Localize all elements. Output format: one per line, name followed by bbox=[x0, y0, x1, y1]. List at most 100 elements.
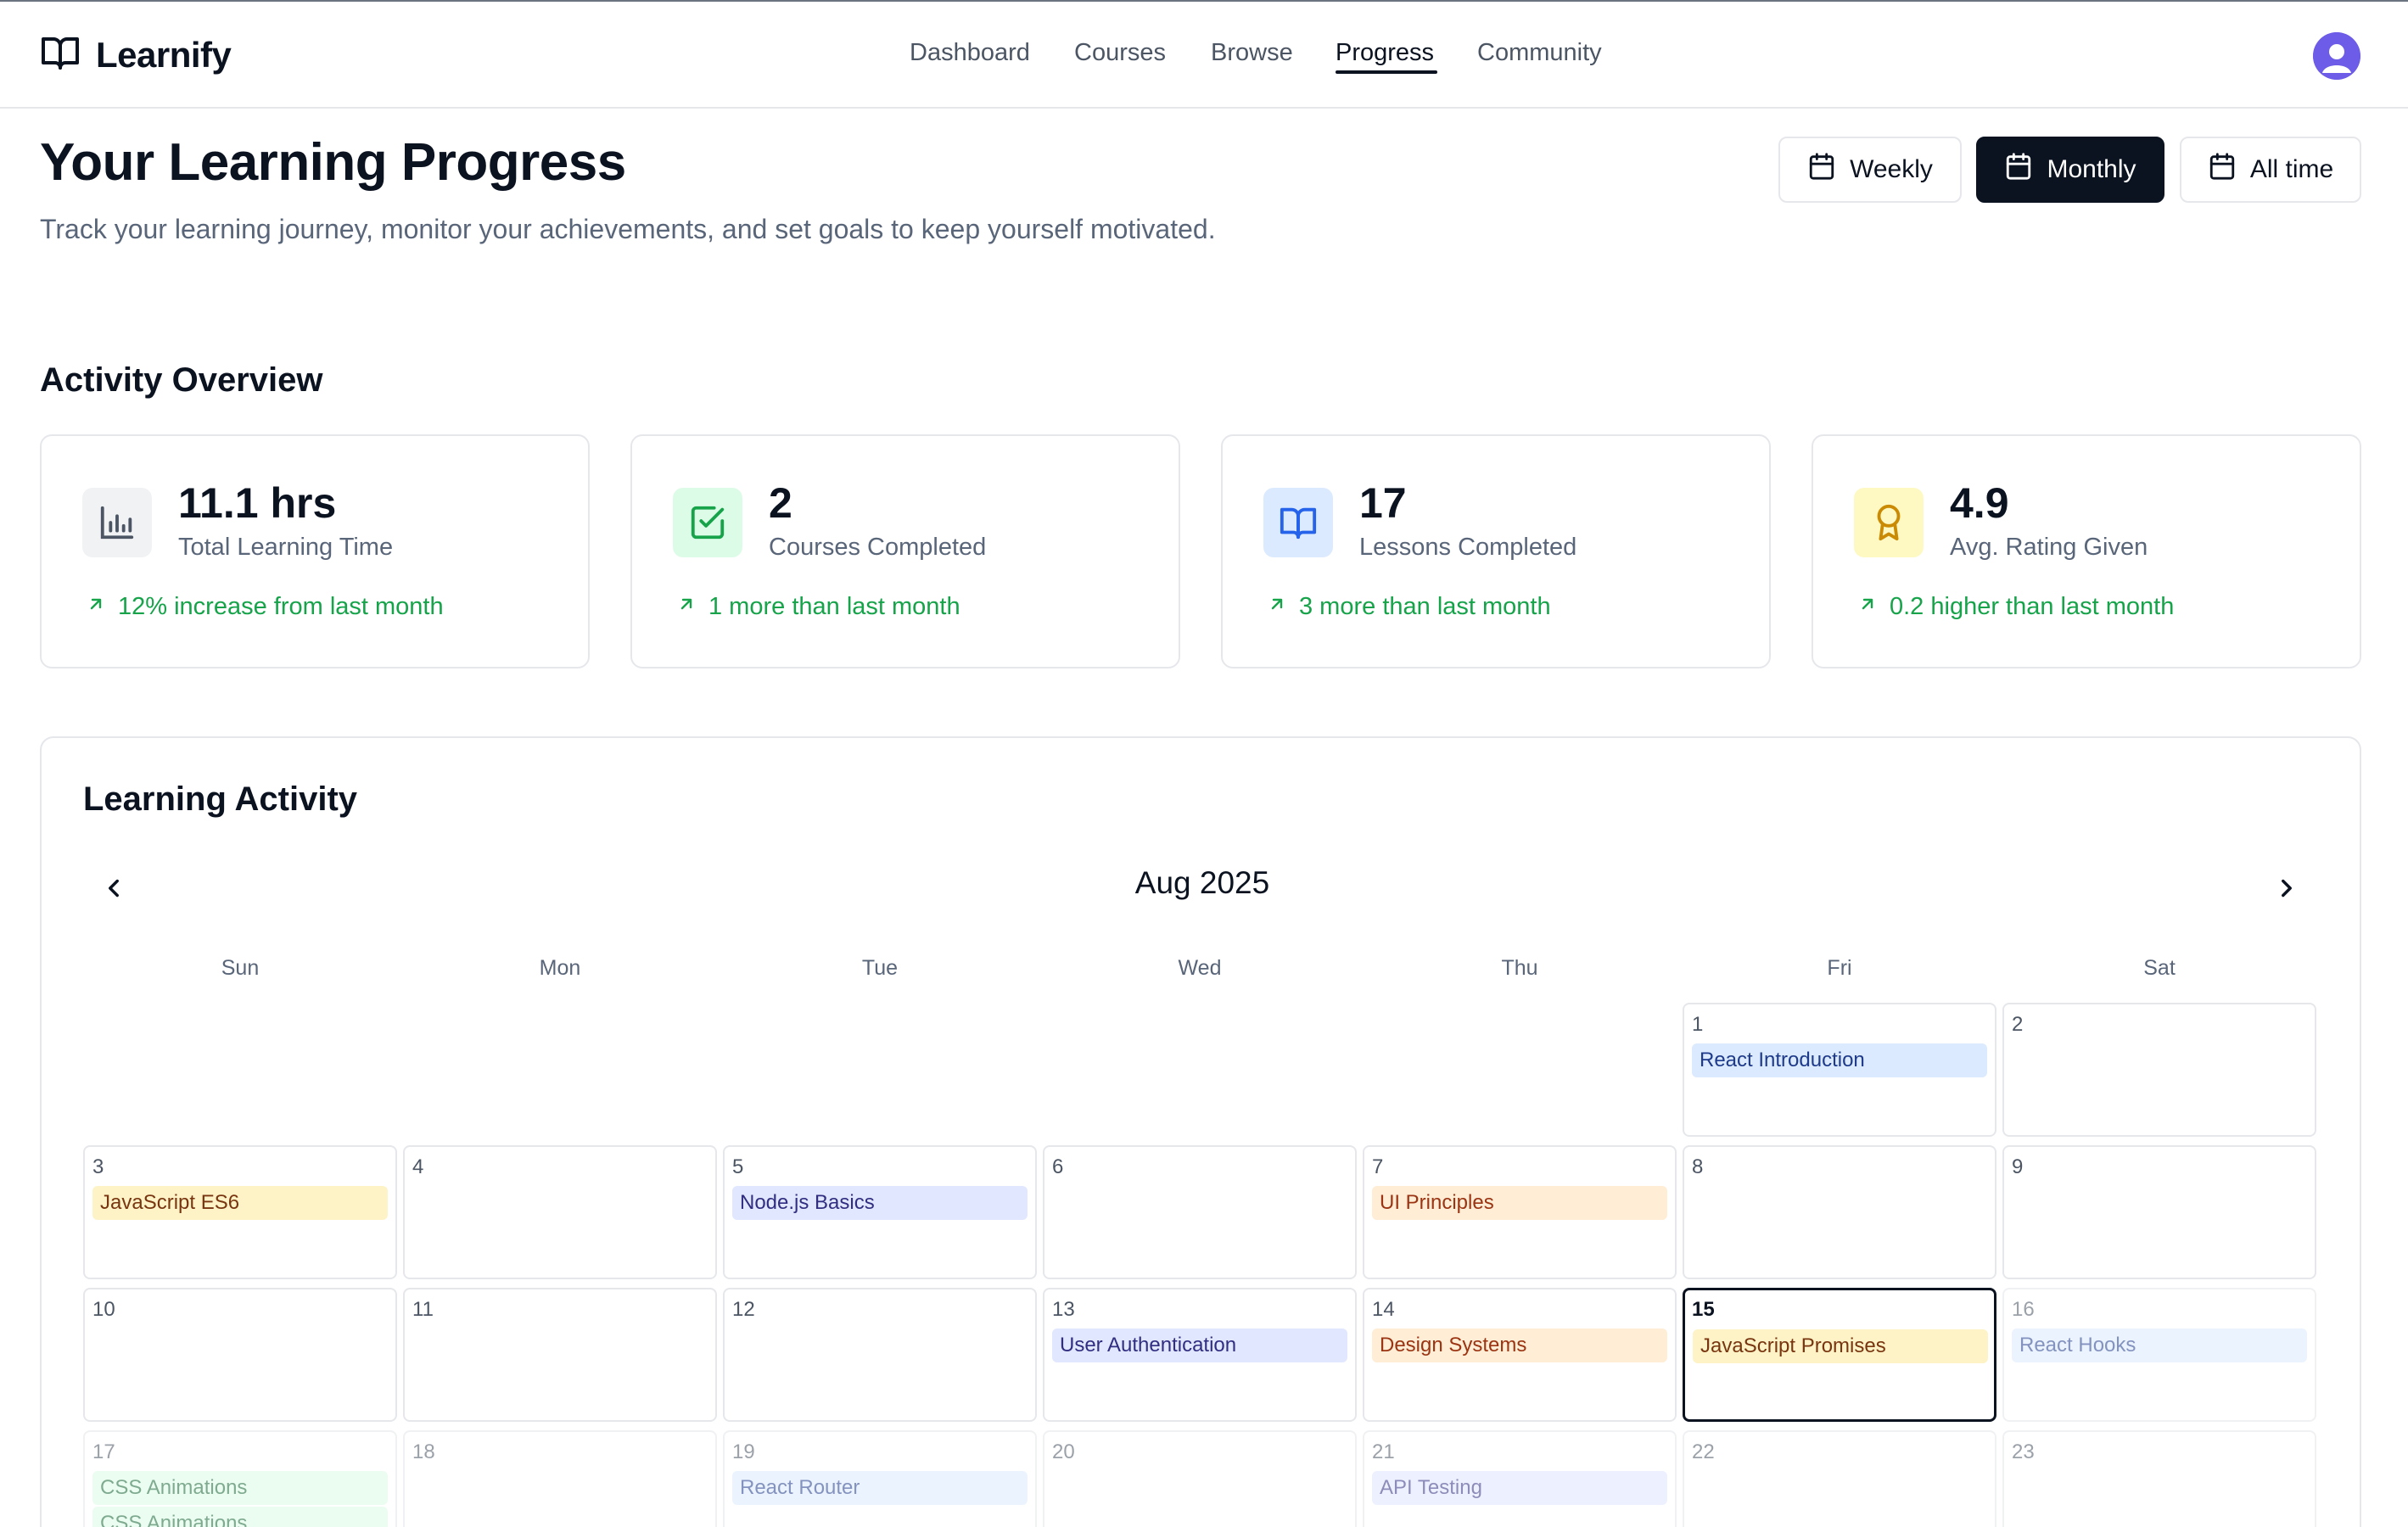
calendar-event-chip[interactable]: UI Principles bbox=[1372, 1186, 1667, 1220]
prev-month-button[interactable] bbox=[92, 867, 136, 911]
range-all-time-button[interactable]: All time bbox=[2180, 137, 2361, 203]
weekday-header-sun: Sun bbox=[221, 956, 260, 980]
calendar-day-cell[interactable]: 6 bbox=[1043, 1145, 1357, 1279]
calendar-day-number: 6 bbox=[1052, 1155, 1064, 1178]
calendar-day-cell[interactable]: 10 bbox=[83, 1288, 397, 1422]
calendar-day-number: 16 bbox=[2012, 1298, 2035, 1321]
calendar-day-number: 5 bbox=[732, 1155, 744, 1178]
calendar-event-chip[interactable]: Node.js Basics bbox=[732, 1186, 1028, 1220]
calendar-day-cell[interactable]: 4 bbox=[403, 1145, 717, 1279]
calendar-day-cell[interactable]: 7 UI Principles bbox=[1363, 1145, 1677, 1279]
book-open-icon bbox=[40, 32, 81, 77]
calendar-day-number: 22 bbox=[1692, 1440, 1715, 1463]
calendar-day-number: 11 bbox=[412, 1298, 434, 1321]
calendar-day-number: 10 bbox=[92, 1298, 115, 1321]
stat-value: 17 bbox=[1359, 479, 1407, 527]
calendar-day-number: 8 bbox=[1692, 1155, 1704, 1178]
calendar-day-cell[interactable]: 19 React Router bbox=[723, 1430, 1037, 1527]
calendar-day-cell[interactable]: 5 Node.js Basics bbox=[723, 1145, 1037, 1279]
calendar-event-chip[interactable]: JavaScript ES6 bbox=[92, 1186, 388, 1220]
calendar-event-chip[interactable]: CSS Animations bbox=[92, 1471, 388, 1505]
calendar-day-number: 9 bbox=[2012, 1155, 2024, 1178]
calendar-event-chip[interactable]: React Router bbox=[732, 1471, 1028, 1505]
nav-item-progress[interactable]: Progress bbox=[1336, 39, 1434, 67]
calendar-day-cell[interactable]: 8 bbox=[1683, 1145, 1996, 1279]
weekday-header-fri: Fri bbox=[1827, 956, 1852, 980]
stat-value: 4.9 bbox=[1950, 479, 2009, 527]
stat-value: 2 bbox=[769, 479, 792, 527]
arrow-up-right-icon bbox=[1267, 593, 1287, 621]
calendar-day-number: 18 bbox=[412, 1440, 435, 1463]
calendar-day-cell[interactable]: 18 bbox=[403, 1430, 717, 1527]
calendar-day-cell[interactable]: 20 bbox=[1043, 1430, 1357, 1527]
stat-card-lessons-completed: 17 Lessons Completed 3 more than last mo… bbox=[1221, 434, 1771, 668]
stat-label: Courses Completed bbox=[769, 534, 987, 561]
user-avatar-icon[interactable] bbox=[2313, 32, 2360, 80]
calendar-day-number: 2 bbox=[2012, 1013, 2024, 1036]
learning-activity-card: Learning Activity Aug 2025 Sun Mon Tue Wed T… bbox=[40, 736, 2361, 1527]
stat-card-learning-time: 11.1 hrs Total Learning Time 12% increas… bbox=[40, 434, 590, 668]
calendar-event-chip[interactable]: JavaScript Promises bbox=[1693, 1329, 1988, 1363]
stat-card-avg-rating: 4.9 Avg. Rating Given 0.2 higher than la… bbox=[1812, 434, 2361, 668]
chevron-left-icon bbox=[99, 874, 128, 905]
range-all-time-label: All time bbox=[2249, 155, 2334, 183]
brand-name: Learnify bbox=[96, 34, 232, 75]
calendar-day-number: 4 bbox=[412, 1155, 424, 1178]
calendar-event-chip[interactable]: React Introduction bbox=[1692, 1043, 1987, 1077]
arrow-up-right-icon bbox=[1857, 593, 1878, 621]
nav-item-courses[interactable]: Courses bbox=[1074, 39, 1166, 67]
calendar-day-cell[interactable]: 16 React Hooks bbox=[2002, 1288, 2316, 1422]
nav-item-browse[interactable]: Browse bbox=[1211, 39, 1293, 67]
page-subtitle: Track your learning journey, monitor you… bbox=[40, 214, 1216, 244]
calendar-day-cell[interactable]: 2 bbox=[2002, 1003, 2316, 1137]
calendar-event-chip[interactable]: User Authentication bbox=[1052, 1328, 1347, 1362]
calendar-day-number: 13 bbox=[1052, 1298, 1075, 1321]
calendar-event-chip[interactable]: API Testing bbox=[1372, 1471, 1667, 1505]
calendar-icon bbox=[2208, 152, 2237, 187]
calendar-day-number: 15 bbox=[1692, 1298, 1715, 1321]
weekday-header-mon: Mon bbox=[539, 956, 581, 980]
stat-card-courses-completed: 2 Courses Completed 1 more than last mon… bbox=[630, 434, 1180, 668]
calendar-day-cell[interactable]: 11 bbox=[403, 1288, 717, 1422]
calendar-day-cell[interactable]: 23 bbox=[2002, 1430, 2316, 1527]
calendar-day-cell[interactable]: 22 bbox=[1683, 1430, 1996, 1527]
calendar-day-cell[interactable]: 17 CSS Animations CSS Animations bbox=[83, 1430, 397, 1527]
calendar-day-cell[interactable]: 15 JavaScript Promises bbox=[1683, 1288, 1996, 1422]
calendar-day-cell[interactable]: 21 API Testing bbox=[1363, 1430, 1677, 1527]
range-weekly-label: Weekly bbox=[1850, 155, 1933, 183]
stat-trend: 0.2 higher than last month bbox=[1857, 593, 2174, 621]
stat-trend: 3 more than last month bbox=[1267, 593, 1551, 621]
calendar-icon bbox=[2004, 152, 2033, 187]
calendar-day-cell[interactable]: 14 Design Systems bbox=[1363, 1288, 1677, 1422]
weekday-header-wed: Wed bbox=[1178, 956, 1222, 980]
nav-item-community[interactable]: Community bbox=[1477, 39, 1602, 67]
stat-label: Lessons Completed bbox=[1359, 534, 1577, 561]
stat-trend-text: 1 more than last month bbox=[708, 593, 960, 620]
calendar-day-number: 20 bbox=[1052, 1440, 1075, 1463]
calendar-day-number: 21 bbox=[1372, 1440, 1395, 1463]
stat-label: Total Learning Time bbox=[178, 534, 394, 561]
calendar-day-number: 23 bbox=[2012, 1440, 2035, 1463]
weekday-header-thu: Thu bbox=[1501, 956, 1538, 980]
calendar-day-number: 3 bbox=[92, 1155, 104, 1178]
calendar-day-number: 12 bbox=[732, 1298, 755, 1321]
calendar-icon bbox=[1807, 152, 1836, 187]
calendar-event-chip[interactable]: CSS Animations bbox=[92, 1507, 388, 1527]
nav-active-indicator bbox=[1336, 70, 1437, 74]
calendar-event-chip[interactable]: React Hooks bbox=[2012, 1328, 2307, 1362]
calendar-day-cell[interactable]: 9 bbox=[2002, 1145, 2316, 1279]
calendar-event-chip[interactable]: Design Systems bbox=[1372, 1328, 1667, 1362]
range-weekly-button[interactable]: Weekly bbox=[1778, 137, 1962, 203]
brand[interactable]: Learnify bbox=[40, 32, 232, 77]
calendar-day-cell[interactable]: 12 bbox=[723, 1288, 1037, 1422]
calendar-day-cell[interactable]: 13 User Authentication bbox=[1043, 1288, 1357, 1422]
stat-trend: 12% increase from last month bbox=[86, 593, 444, 621]
nav-item-dashboard[interactable]: Dashboard bbox=[910, 39, 1030, 67]
calendar-day-cell[interactable]: 3 JavaScript ES6 bbox=[83, 1145, 397, 1279]
learning-activity-title: Learning Activity bbox=[83, 780, 358, 818]
book-open-icon bbox=[1263, 488, 1333, 557]
range-monthly-button[interactable]: Monthly bbox=[1976, 137, 2164, 203]
stat-label: Avg. Rating Given bbox=[1950, 534, 2148, 561]
calendar-day-cell[interactable]: 1 React Introduction bbox=[1683, 1003, 1996, 1137]
next-month-button[interactable] bbox=[2265, 867, 2309, 911]
